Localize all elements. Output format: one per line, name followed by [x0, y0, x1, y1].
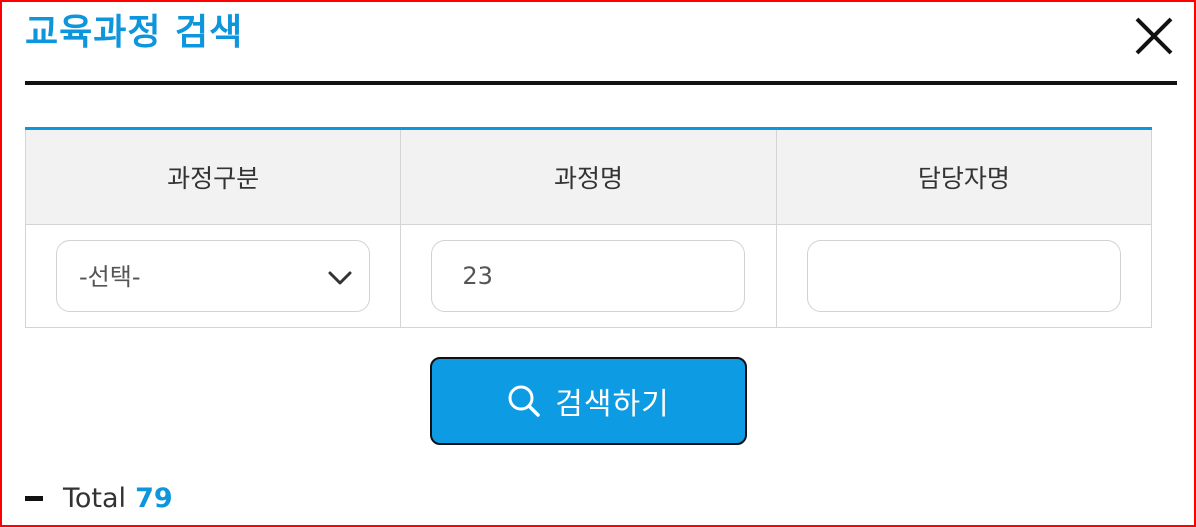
course-type-selected-value: -선택-	[79, 263, 141, 291]
total-summary: Total 79	[25, 480, 173, 516]
chevron-down-icon	[328, 271, 352, 285]
column-header-manager-name: 담당자명	[775, 128, 1153, 225]
close-icon	[1135, 17, 1173, 55]
manager-name-input[interactable]	[806, 240, 1121, 312]
column-header-course-type: 과정구분	[24, 128, 402, 225]
bullet-dash	[25, 495, 43, 501]
search-button-label: 검색하기	[555, 387, 670, 422]
course-name-input[interactable]	[431, 240, 746, 312]
search-form-input-row: -선택-	[24, 224, 1153, 328]
page-title: 교육과정 검색	[25, 12, 244, 53]
title-divider	[25, 81, 1177, 85]
course-type-cell: -선택-	[24, 224, 402, 328]
search-icon	[508, 385, 541, 417]
close-button[interactable]	[1130, 12, 1178, 60]
total-label: Total	[63, 482, 127, 514]
total-count: 79	[135, 482, 173, 514]
column-header-course-name: 과정명	[400, 128, 777, 225]
search-button[interactable]: 검색하기	[430, 357, 747, 445]
course-name-cell	[400, 224, 777, 328]
search-form-table: 과정구분 과정명 담당자명 -선택-	[24, 127, 1153, 328]
manager-name-cell	[775, 224, 1153, 328]
course-type-select[interactable]: -선택-	[56, 240, 370, 312]
search-form-header-row: 과정구분 과정명 담당자명	[24, 128, 1153, 225]
